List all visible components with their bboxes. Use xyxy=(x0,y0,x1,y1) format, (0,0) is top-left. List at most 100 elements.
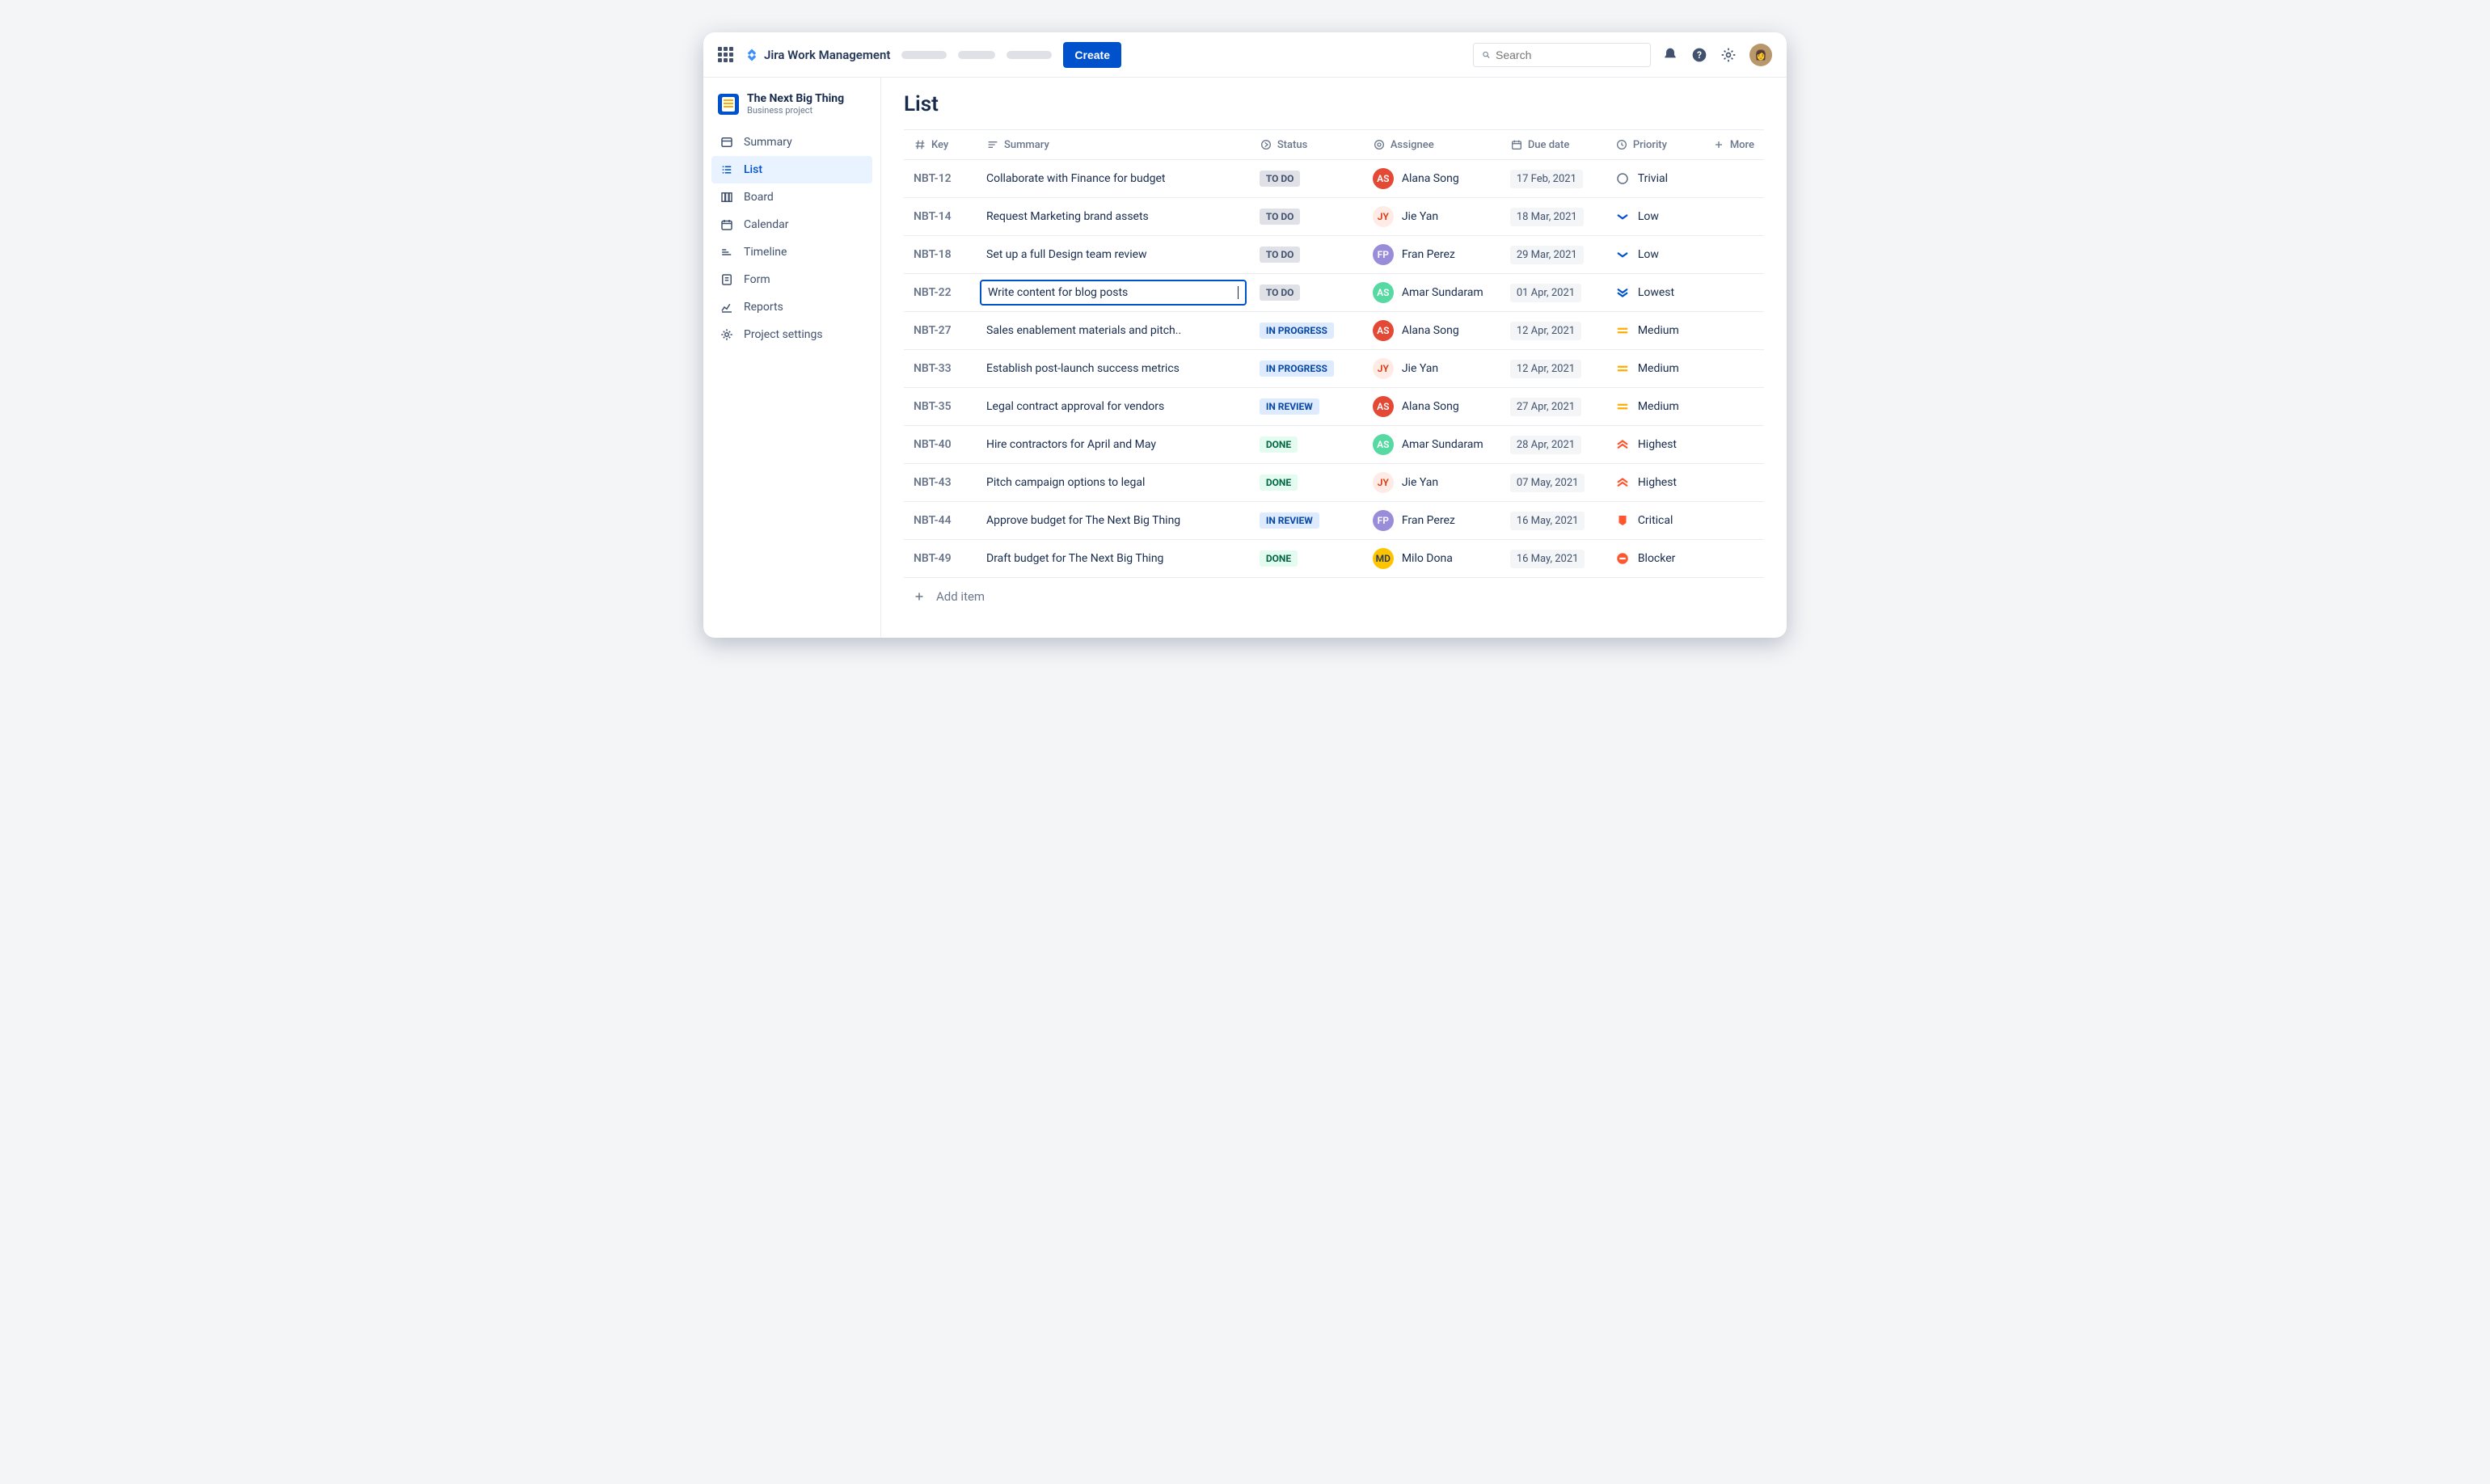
issue-status[interactable]: IN REVIEW xyxy=(1250,502,1363,540)
table-row[interactable]: NBT-14Request Marketing brand assetsTO D… xyxy=(904,198,1764,236)
issue-assignee[interactable]: JYJie Yan xyxy=(1363,198,1500,236)
summary-edit-input[interactable]: Write content for blog posts xyxy=(980,280,1247,306)
issue-due-date[interactable]: 12 Apr, 2021 xyxy=(1500,350,1606,388)
issue-key[interactable]: NBT-27 xyxy=(904,312,977,350)
issue-summary[interactable]: Collaborate with Finance for budget xyxy=(977,160,1250,198)
search-input[interactable] xyxy=(1496,48,1642,61)
issue-assignee[interactable]: FPFran Perez xyxy=(1363,236,1500,274)
issue-summary[interactable]: Set up a full Design team review xyxy=(977,236,1250,274)
issue-status[interactable]: TO DO xyxy=(1250,274,1363,312)
col-header-status[interactable]: Status xyxy=(1260,138,1353,151)
issue-priority[interactable]: Trivial xyxy=(1606,160,1703,198)
issue-assignee[interactable]: MDMilo Dona xyxy=(1363,540,1500,578)
col-header-more[interactable]: More xyxy=(1712,138,1754,151)
issue-assignee[interactable]: ASAlana Song xyxy=(1363,160,1500,198)
issue-priority[interactable]: Medium xyxy=(1606,350,1703,388)
sidebar-item-summary[interactable]: Summary xyxy=(711,129,872,156)
issue-priority[interactable]: Low xyxy=(1606,236,1703,274)
issue-status[interactable]: DONE xyxy=(1250,540,1363,578)
help-icon[interactable]: ? xyxy=(1691,47,1707,63)
issue-summary[interactable]: Write content for blog posts xyxy=(977,274,1250,312)
sidebar-item-timeline[interactable]: Timeline xyxy=(711,238,872,266)
table-row[interactable]: NBT-12Collaborate with Finance for budge… xyxy=(904,160,1764,198)
nav-placeholder[interactable] xyxy=(901,51,947,59)
col-header-summary[interactable]: Summary xyxy=(986,138,1240,151)
issue-due-date[interactable]: 16 May, 2021 xyxy=(1500,540,1606,578)
issue-summary[interactable]: Approve budget for The Next Big Thing xyxy=(977,502,1250,540)
col-header-priority[interactable]: Priority xyxy=(1615,138,1693,151)
issue-status[interactable]: IN REVIEW xyxy=(1250,388,1363,426)
issue-assignee[interactable]: JYJie Yan xyxy=(1363,350,1500,388)
issue-priority[interactable]: Highest xyxy=(1606,464,1703,502)
issue-status[interactable]: IN PROGRESS xyxy=(1250,350,1363,388)
nav-placeholder[interactable] xyxy=(958,51,995,59)
project-header[interactable]: The Next Big Thing Business project xyxy=(711,89,872,129)
search-field[interactable] xyxy=(1473,43,1651,67)
add-item-button[interactable]: Add item xyxy=(904,578,1764,615)
issue-due-date[interactable]: 27 Apr, 2021 xyxy=(1500,388,1606,426)
issue-assignee[interactable]: JYJie Yan xyxy=(1363,464,1500,502)
issue-summary[interactable]: Pitch campaign options to legal xyxy=(977,464,1250,502)
col-header-assignee[interactable]: Assignee xyxy=(1373,138,1491,151)
table-row[interactable]: NBT-33Establish post-launch success metr… xyxy=(904,350,1764,388)
product-logo[interactable]: Jira Work Management xyxy=(745,48,890,62)
issue-due-date[interactable]: 28 Apr, 2021 xyxy=(1500,426,1606,464)
issue-status[interactable]: DONE xyxy=(1250,426,1363,464)
issue-priority[interactable]: Medium xyxy=(1606,312,1703,350)
sidebar-item-form[interactable]: Form xyxy=(711,266,872,293)
sidebar-item-reports[interactable]: Reports xyxy=(711,293,872,321)
issue-key[interactable]: NBT-12 xyxy=(904,160,977,198)
app-switcher-icon[interactable] xyxy=(718,47,733,62)
issue-assignee[interactable]: FPFran Perez xyxy=(1363,502,1500,540)
settings-icon[interactable] xyxy=(1720,47,1737,63)
issue-summary[interactable]: Request Marketing brand assets xyxy=(977,198,1250,236)
issue-priority[interactable]: Critical xyxy=(1606,502,1703,540)
issue-priority[interactable]: Blocker xyxy=(1606,540,1703,578)
sidebar-item-calendar[interactable]: Calendar xyxy=(711,211,872,238)
issue-assignee[interactable]: ASAlana Song xyxy=(1363,388,1500,426)
issue-key[interactable]: NBT-14 xyxy=(904,198,977,236)
issue-key[interactable]: NBT-43 xyxy=(904,464,977,502)
issue-due-date[interactable]: 07 May, 2021 xyxy=(1500,464,1606,502)
table-row[interactable]: NBT-40Hire contractors for April and May… xyxy=(904,426,1764,464)
issue-due-date[interactable]: 17 Feb, 2021 xyxy=(1500,160,1606,198)
issue-priority[interactable]: Low xyxy=(1606,198,1703,236)
issue-priority[interactable]: Lowest xyxy=(1606,274,1703,312)
table-row[interactable]: NBT-27Sales enablement materials and pit… xyxy=(904,312,1764,350)
table-row[interactable]: NBT-18Set up a full Design team reviewTO… xyxy=(904,236,1764,274)
sidebar-item-list[interactable]: List xyxy=(711,156,872,183)
issue-summary[interactable]: Draft budget for The Next Big Thing xyxy=(977,540,1250,578)
issue-priority[interactable]: Medium xyxy=(1606,388,1703,426)
issue-due-date[interactable]: 16 May, 2021 xyxy=(1500,502,1606,540)
issue-status[interactable]: IN PROGRESS xyxy=(1250,312,1363,350)
issue-summary[interactable]: Sales enablement materials and pitch.. xyxy=(977,312,1250,350)
table-row[interactable]: NBT-22Write content for blog postsTO DOA… xyxy=(904,274,1764,312)
table-row[interactable]: NBT-35Legal contract approval for vendor… xyxy=(904,388,1764,426)
issue-status[interactable]: TO DO xyxy=(1250,198,1363,236)
issue-summary[interactable]: Legal contract approval for vendors xyxy=(977,388,1250,426)
issue-priority[interactable]: Highest xyxy=(1606,426,1703,464)
issue-assignee[interactable]: ASAmar Sundaram xyxy=(1363,426,1500,464)
notifications-icon[interactable] xyxy=(1662,47,1678,63)
issue-status[interactable]: DONE xyxy=(1250,464,1363,502)
table-row[interactable]: NBT-44Approve budget for The Next Big Th… xyxy=(904,502,1764,540)
issue-key[interactable]: NBT-49 xyxy=(904,540,977,578)
issue-key[interactable]: NBT-44 xyxy=(904,502,977,540)
col-header-due-date[interactable]: Due date xyxy=(1510,138,1596,151)
issue-summary[interactable]: Establish post-launch success metrics xyxy=(977,350,1250,388)
create-button[interactable]: Create xyxy=(1063,42,1121,68)
profile-avatar[interactable]: 👩 xyxy=(1749,44,1772,66)
issue-key[interactable]: NBT-18 xyxy=(904,236,977,274)
issue-status[interactable]: TO DO xyxy=(1250,160,1363,198)
issue-key[interactable]: NBT-35 xyxy=(904,388,977,426)
sidebar-item-project-settings[interactable]: Project settings xyxy=(711,321,872,348)
sidebar-item-board[interactable]: Board xyxy=(711,183,872,211)
col-header-key[interactable]: Key xyxy=(914,138,967,151)
issue-due-date[interactable]: 12 Apr, 2021 xyxy=(1500,312,1606,350)
issue-due-date[interactable]: 01 Apr, 2021 xyxy=(1500,274,1606,312)
table-row[interactable]: NBT-43Pitch campaign options to legalDON… xyxy=(904,464,1764,502)
issue-key[interactable]: NBT-22 xyxy=(904,274,977,312)
issue-key[interactable]: NBT-33 xyxy=(904,350,977,388)
issue-key[interactable]: NBT-40 xyxy=(904,426,977,464)
issue-assignee[interactable]: ASAmar Sundaram xyxy=(1363,274,1500,312)
